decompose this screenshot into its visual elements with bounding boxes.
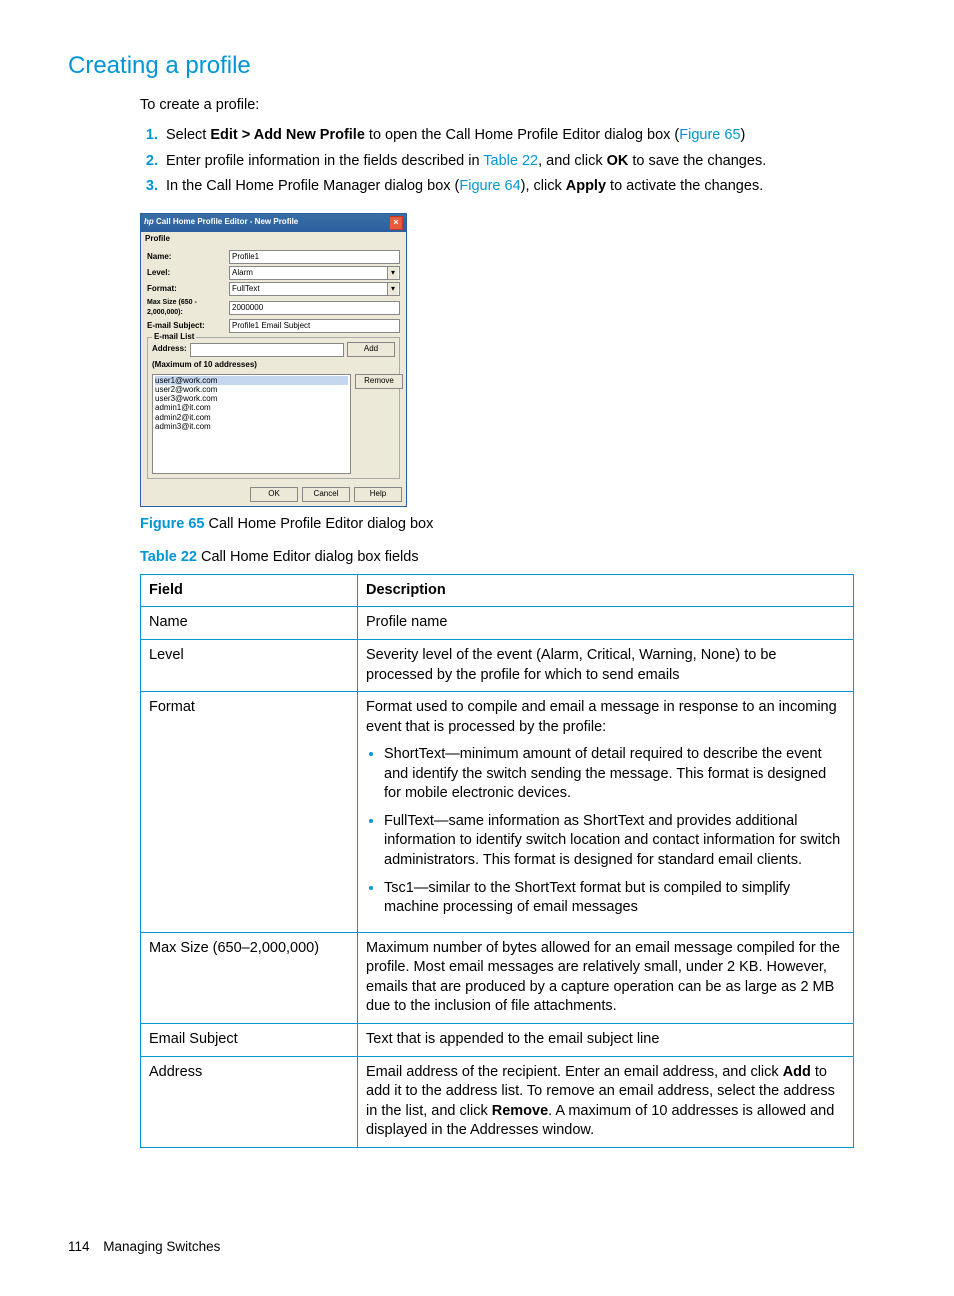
ok-button[interactable]: OK — [250, 487, 298, 502]
step-1: Select Edit > Add New Profile to open th… — [162, 126, 854, 146]
table-header-field: Field — [141, 574, 358, 607]
name-input[interactable]: Profile1 — [229, 250, 400, 264]
subject-label: E-mail Subject: — [147, 321, 229, 332]
cancel-button[interactable]: Cancel — [302, 487, 350, 502]
close-icon[interactable]: × — [389, 216, 403, 230]
page-number: 114 — [68, 1239, 90, 1254]
add-button[interactable]: Add — [347, 342, 395, 357]
format-label: Format: — [147, 284, 229, 295]
maxsize-input[interactable]: 2000000 — [229, 301, 400, 315]
level-label: Level: — [147, 268, 229, 279]
table-row: Address Email address of the recipient. … — [141, 1056, 854, 1147]
list-item[interactable]: user1@work.com — [155, 376, 348, 385]
fields-table: Field Description Name Profile name Leve… — [140, 574, 854, 1148]
figure-64-link[interactable]: Figure 64 — [459, 178, 520, 194]
table-row: Max Size (650–2,000,000) Maximum number … — [141, 932, 854, 1023]
email-list[interactable]: user1@work.com user2@work.com user3@work… — [152, 374, 351, 474]
table-row: Name Profile name — [141, 607, 854, 640]
table-row: Format Format used to compile and email … — [141, 692, 854, 933]
profile-editor-dialog: hp Call Home Profile Editor - New Profil… — [140, 213, 407, 507]
page-footer: 114 Managing Switches — [68, 1238, 854, 1256]
dialog-title: hp Call Home Profile Editor - New Profil… — [144, 217, 298, 228]
section-heading: Creating a profile — [68, 50, 854, 82]
step-2: Enter profile information in the fields … — [162, 152, 854, 172]
format-select[interactable]: FullText — [229, 282, 400, 296]
subject-input[interactable]: Profile1 Email Subject — [229, 319, 400, 333]
help-button[interactable]: Help — [354, 487, 402, 502]
table-caption: Table 22 Call Home Editor dialog box fie… — [140, 548, 854, 568]
list-item[interactable]: admin1@it.com — [155, 403, 348, 412]
name-label: Name: — [147, 252, 229, 263]
table-22-link[interactable]: Table 22 — [483, 153, 538, 169]
table-header-description: Description — [358, 574, 854, 607]
table-row: Level Severity level of the event (Alarm… — [141, 639, 854, 691]
list-item[interactable]: user2@work.com — [155, 385, 348, 394]
footer-section: Managing Switches — [103, 1239, 220, 1254]
profile-menu[interactable]: Profile — [141, 232, 406, 247]
level-select[interactable]: Alarm — [229, 266, 400, 280]
figure-65-link[interactable]: Figure 65 — [679, 127, 740, 143]
list-item[interactable]: admin2@it.com — [155, 413, 348, 422]
maxsize-label: Max Size (650 - 2,000,000): — [147, 298, 229, 317]
intro-text: To create a profile: — [140, 96, 854, 116]
list-item[interactable]: user3@work.com — [155, 394, 348, 403]
table-row: Email Subject Text that is appended to t… — [141, 1023, 854, 1056]
remove-button[interactable]: Remove — [355, 374, 403, 389]
email-list-group: E-mail List — [152, 332, 196, 343]
address-input[interactable] — [190, 343, 344, 357]
step-3: In the Call Home Profile Manager dialog … — [162, 177, 854, 197]
list-item[interactable]: admin3@it.com — [155, 422, 348, 431]
figure-caption: Figure 65 Call Home Profile Editor dialo… — [140, 515, 854, 535]
address-label: Address: — [152, 344, 187, 355]
max-addresses-note: (Maximum of 10 addresses) — [152, 360, 395, 371]
steps-list: Select Edit > Add New Profile to open th… — [140, 126, 854, 197]
